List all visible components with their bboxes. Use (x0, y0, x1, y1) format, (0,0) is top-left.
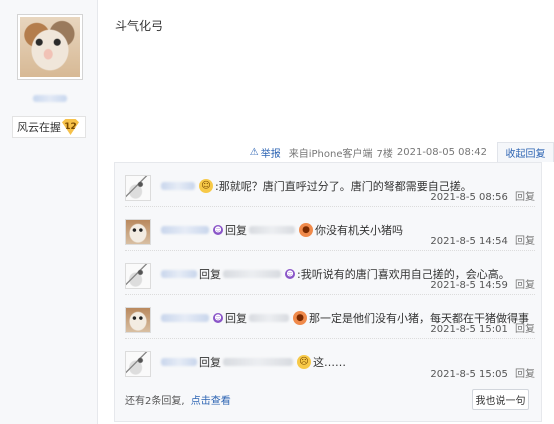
devil-face-icon: ☻ (285, 269, 295, 279)
post-datetime: 2021-08-05 08:42 (396, 146, 487, 158)
post-content: 斗气化弓 (115, 19, 164, 33)
collapse-replies-button[interactable]: 收起回复 (497, 142, 554, 162)
report-label: 举报 (260, 148, 281, 160)
laughing-face-icon: ☺ (199, 179, 213, 193)
sweat-face-icon: ☹ (297, 355, 311, 369)
tomato-face-icon: ● (299, 223, 313, 237)
cat-avatar[interactable] (125, 219, 151, 245)
sketch-avatar[interactable] (125, 351, 151, 377)
reply-time: 2021-8-5 14:59 (430, 280, 508, 291)
say-something-button[interactable]: 我也说一句 (472, 389, 529, 410)
post-source: 来自iPhone客户端 (288, 148, 373, 160)
reply-item: 回复 ☹ 这…… 2021-8-5 15:05 回复 (125, 341, 535, 383)
mentioned-username-redacted[interactable] (223, 270, 281, 278)
level-name: 风云在握 (17, 121, 61, 134)
reply-text: 这…… (313, 356, 346, 369)
reply-panel: ☺ :那就呢？唐门直呼过分了。唐门的弩都需要自己搓。 2021-8-5 08:5… (114, 162, 542, 422)
reply-prefix: 回复 (225, 224, 247, 237)
mentioned-username-redacted[interactable] (249, 226, 295, 234)
author-sidebar: 风云在握 12 (0, 0, 98, 424)
reply-meta: 2021-8-5 08:56 回复 (430, 188, 535, 203)
author-avatar[interactable] (17, 14, 83, 80)
reply-button[interactable]: 回复 (515, 236, 535, 247)
sketch-avatar[interactable] (125, 175, 151, 201)
devil-face-icon: ☻ (213, 225, 223, 235)
reply-item: ☻ 回复 ● 你没有机关小猪吗 2021-8-5 14:54 回复 (125, 209, 535, 251)
post-meta-bar: ⚠ 举报 来自iPhone客户端 7楼 2021-08-05 08:42 收起回… (250, 142, 554, 162)
cat-avatar-image (20, 17, 80, 77)
reply-item: 回复 ☻ :我听说有的唐门喜欢用自己搓的，会心高。 2021-8-5 14:59… (125, 253, 535, 295)
reply-text: 你没有机关小猪吗 (315, 224, 403, 237)
reply-button[interactable]: 回复 (515, 280, 535, 291)
reply-time: 2021-8-5 15:01 (430, 324, 508, 335)
reply-meta: 2021-8-5 15:05 回复 (430, 365, 535, 380)
reply-meta: 2021-8-5 14:54 回复 (430, 232, 535, 247)
reply-prefix: 回复 (199, 268, 221, 281)
mentioned-username-redacted[interactable] (223, 358, 293, 366)
reply-time: 2021-8-5 08:56 (430, 192, 508, 203)
cat-avatar[interactable] (125, 307, 151, 333)
reply-username-redacted[interactable] (161, 314, 209, 322)
report-link[interactable]: ⚠ 举报 (250, 145, 285, 160)
sketch-avatar[interactable] (125, 263, 151, 289)
reply-time: 2021-8-5 14:54 (430, 236, 508, 247)
reply-meta: 2021-8-5 15:01 回复 (430, 320, 535, 335)
reply-meta: 2021-8-5 14:59 回复 (430, 276, 535, 291)
reply-username-redacted[interactable] (161, 182, 195, 190)
reply-item: ☺ :那就呢？唐门直呼过分了。唐门的弩都需要自己搓。 2021-8-5 08:5… (125, 165, 535, 207)
author-username-redacted[interactable] (33, 95, 67, 102)
reply-username-redacted[interactable] (161, 358, 197, 366)
view-more-link[interactable]: 点击查看 (191, 396, 231, 407)
reply-prefix: 回复 (199, 356, 221, 369)
floor-number: 7楼 (376, 148, 393, 160)
reply-item: ☻ 回复 ● 那一定是他们没有小猪，每天都在干猪做得事 2021-8-5 15:… (125, 297, 535, 339)
tomato-face-icon: ● (293, 311, 307, 325)
reply-username-redacted[interactable] (161, 270, 197, 278)
devil-face-icon: ☻ (213, 313, 223, 323)
level-number-icon: 12 (62, 119, 79, 135)
reply-button[interactable]: 回复 (515, 192, 535, 203)
reply-username-redacted[interactable] (161, 226, 209, 234)
more-replies-text: 还有2条回复, (125, 396, 185, 407)
reply-prefix: 回复 (225, 312, 247, 325)
reply-time: 2021-8-5 15:05 (430, 369, 508, 380)
mentioned-username-redacted[interactable] (249, 314, 289, 322)
reply-button[interactable]: 回复 (515, 324, 535, 335)
member-level-badge[interactable]: 风云在握 12 (12, 116, 86, 138)
reply-button[interactable]: 回复 (515, 369, 535, 380)
more-replies-row: 还有2条回复, 点击查看 (125, 392, 231, 407)
warning-icon: ⚠ (249, 146, 259, 158)
